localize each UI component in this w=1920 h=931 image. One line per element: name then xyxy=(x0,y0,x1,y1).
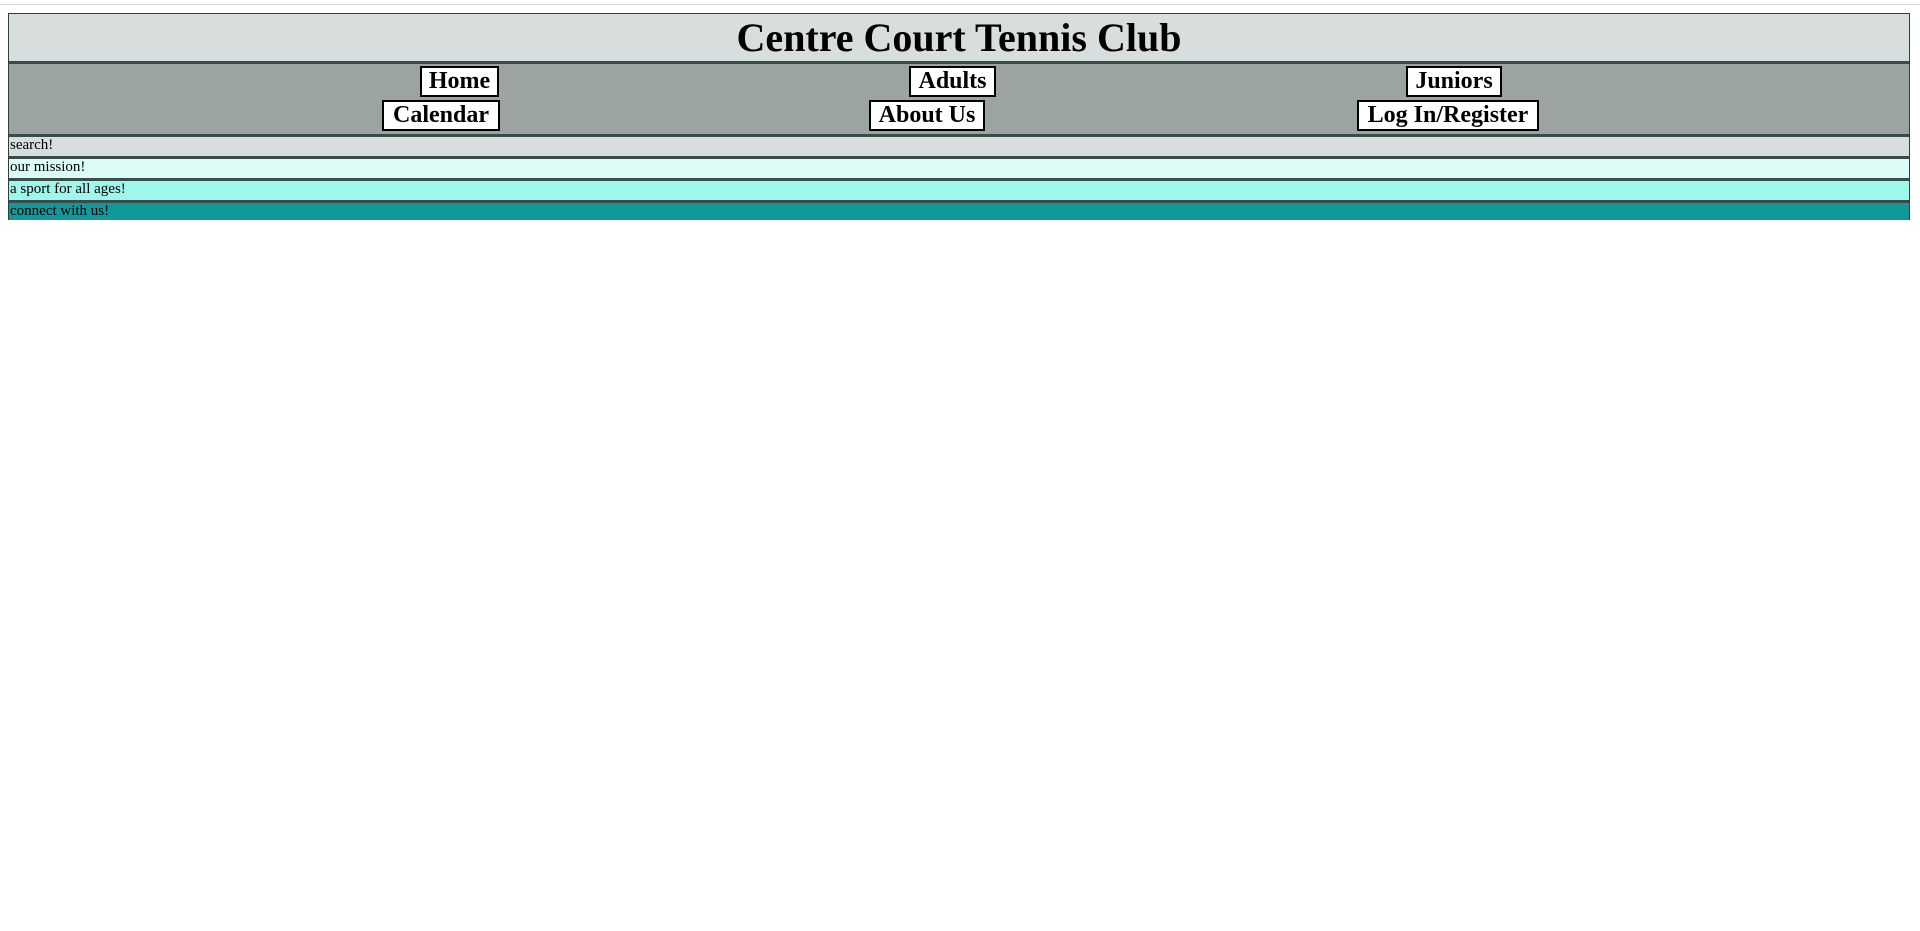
mission-section: our mission! xyxy=(9,159,1909,181)
login-register-nav-button[interactable]: Log In/Register xyxy=(1357,100,1539,131)
search-section[interactable]: search! xyxy=(9,137,1909,159)
title-bar: Centre Court Tennis Club xyxy=(9,14,1909,64)
top-rule xyxy=(0,0,1920,5)
page-frame: Centre Court Tennis Club Home Adults Jun… xyxy=(8,13,1910,220)
calendar-nav-button[interactable]: Calendar xyxy=(382,100,500,131)
adults-nav-button[interactable]: Adults xyxy=(909,66,996,97)
about-us-nav-button[interactable]: About Us xyxy=(869,100,985,131)
home-nav-button[interactable]: Home xyxy=(420,66,499,97)
connect-section: connect with us! xyxy=(9,203,1909,220)
juniors-nav-button[interactable]: Juniors xyxy=(1406,66,1502,97)
all-ages-section: a sport for all ages! xyxy=(9,181,1909,203)
navigation-bar: Home Adults Juniors Calendar About Us Lo… xyxy=(9,64,1909,137)
site-title: Centre Court Tennis Club xyxy=(736,14,1182,60)
